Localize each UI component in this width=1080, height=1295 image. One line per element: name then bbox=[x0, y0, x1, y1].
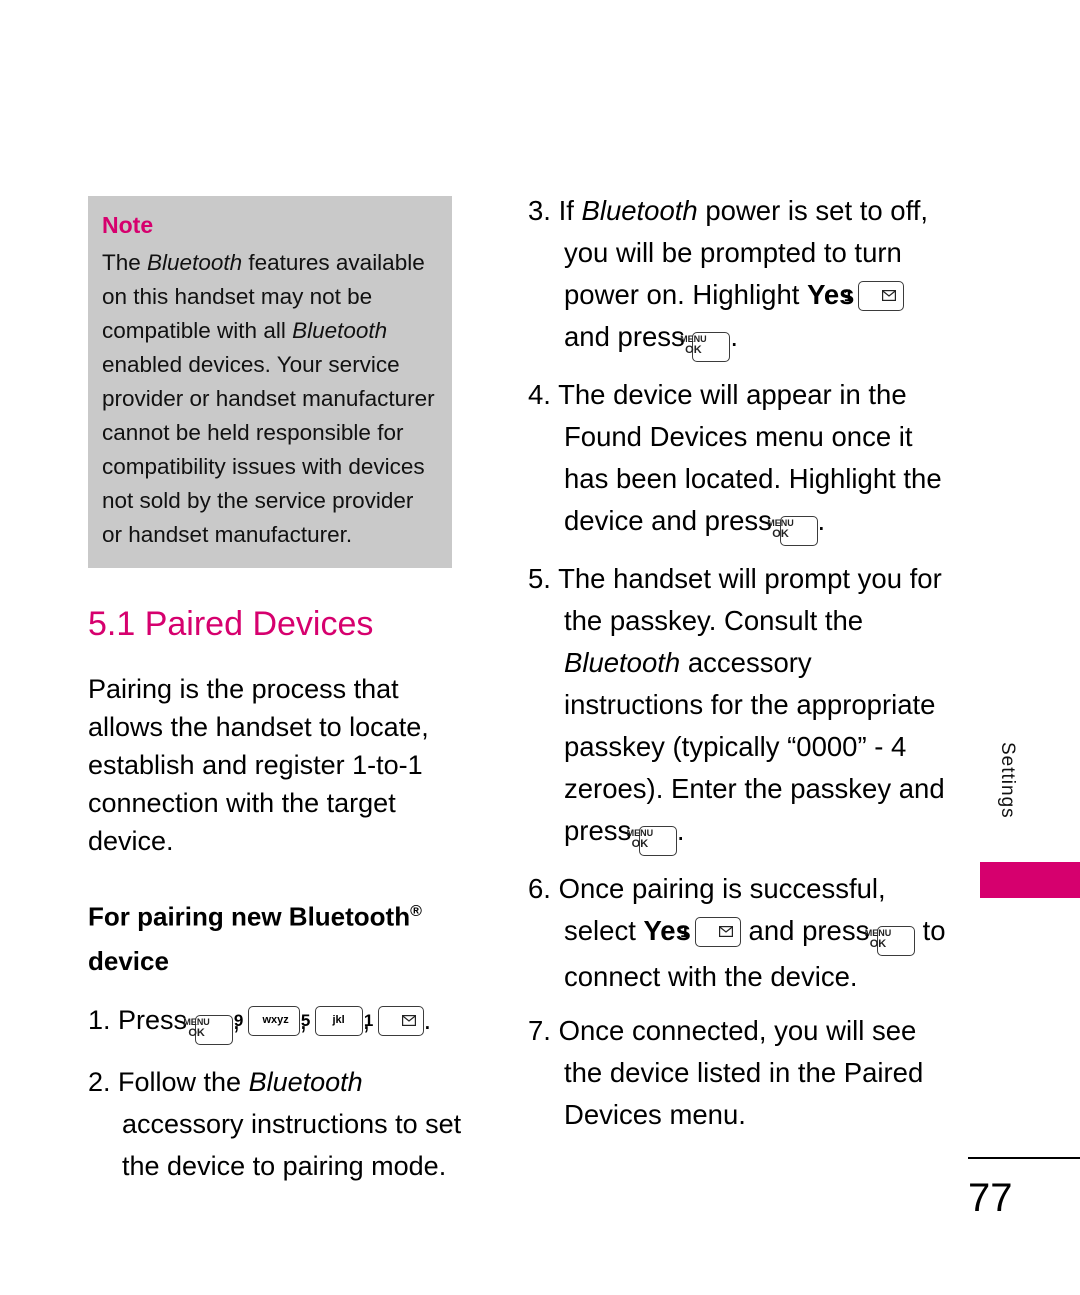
note-italic-2: Bluetooth bbox=[292, 318, 388, 343]
menu-key-bottom-label: OK bbox=[869, 938, 887, 950]
right-step-5-text-1: 5. The handset will prompt you for the p… bbox=[528, 563, 942, 636]
left-step-2: 2. Follow the Bluetooth accessory instru… bbox=[88, 1061, 480, 1187]
menu-key-bottom-label: OK bbox=[772, 528, 789, 540]
right-step-4-text: 4. The device will appear in the Found D… bbox=[528, 379, 942, 536]
menu-key-top-label: MENU bbox=[864, 928, 892, 938]
left-step-2-text-1: 2. Follow the bbox=[88, 1066, 249, 1097]
right-column: 3. If Bluetooth power is set to off, you… bbox=[528, 190, 948, 1148]
left-step-1-period: . bbox=[423, 1004, 432, 1035]
menu-key-top-label: MENU bbox=[183, 1016, 210, 1027]
right-step-3-italic: Bluetooth bbox=[581, 195, 698, 226]
menu-ok-key-icon: MENU OK bbox=[680, 332, 731, 362]
left-step-2-text-2: accessory instructions to set the device… bbox=[122, 1108, 462, 1181]
right-step-5-italic: Bluetooth bbox=[564, 647, 681, 678]
number-key-5-icon: 5 jkl bbox=[301, 1005, 363, 1036]
right-step-6-text-2: and press bbox=[748, 915, 870, 946]
right-step-7: 7. Once connected, you will see the devi… bbox=[528, 1015, 924, 1130]
menu-key-bottom-label: OK bbox=[631, 838, 649, 850]
subsection-heading: For pairing new Bluetooth® device bbox=[88, 890, 480, 983]
menu-key-top-label: MENU bbox=[626, 828, 654, 838]
left-step-2-italic: Bluetooth bbox=[248, 1066, 363, 1097]
left-step-1-label: 1. Press bbox=[88, 1004, 188, 1035]
envelope-icon bbox=[401, 1014, 416, 1026]
number-key-1-icon: 1 bbox=[844, 281, 905, 311]
right-step-5-period: . bbox=[676, 815, 685, 846]
menu-key-bottom-label: OK bbox=[685, 344, 702, 356]
number-key-9-icon: 9 wxyz bbox=[234, 1005, 300, 1036]
menu-key-top-label: MENU bbox=[767, 518, 794, 528]
menu-key-top-label: MENU bbox=[680, 334, 707, 344]
right-step-5: 5. The handset will prompt you for the p… bbox=[528, 558, 948, 856]
side-tab-bar bbox=[980, 862, 1080, 898]
page-number: 77 bbox=[968, 1176, 1013, 1220]
note-box: Note The Bluetooth features available on… bbox=[88, 196, 452, 568]
menu-ok-key-icon: MENU OK bbox=[767, 516, 818, 546]
left-column: Note The Bluetooth features available on… bbox=[88, 196, 480, 1187]
number-key-1-icon: 1 bbox=[680, 917, 741, 947]
subsection-heading-text: For pairing new Bluetooth bbox=[88, 901, 411, 932]
menu-ok-key-icon: MENU OK bbox=[183, 1014, 233, 1045]
note-title: Note bbox=[102, 212, 154, 238]
right-step-4: 4. The device will appear in the Found D… bbox=[528, 374, 948, 546]
right-step-3: 3. If Bluetooth power is set to off, you… bbox=[528, 190, 948, 362]
right-step-3-period: . bbox=[730, 321, 739, 352]
number-key-1-icon: 1 bbox=[364, 1005, 424, 1036]
right-step-6: 6. Once pairing is successful, select Ye… bbox=[528, 868, 948, 998]
note-body: The Bluetooth features available on this… bbox=[102, 246, 438, 552]
side-tab-label: Settings bbox=[997, 742, 1018, 819]
envelope-icon bbox=[718, 926, 733, 937]
document-page: Note The Bluetooth features available on… bbox=[0, 0, 1080, 1295]
section-heading: 5.1 Paired Devices bbox=[88, 605, 374, 643]
note-text-1: The bbox=[102, 250, 148, 275]
section-paragraph: Pairing is the process that allows the h… bbox=[88, 674, 429, 856]
menu-key-bottom-label: OK bbox=[188, 1026, 205, 1039]
left-step-1: 1. Press MENU OK , 9 wxyz , 5 jkl , 1 . bbox=[88, 999, 480, 1045]
note-italic-1: Bluetooth bbox=[147, 250, 243, 275]
right-step-3-text-1: 3. If bbox=[528, 195, 582, 226]
registered-mark: ® bbox=[410, 903, 422, 920]
menu-ok-key-icon: MENU OK bbox=[626, 826, 677, 856]
right-step-3-text-3: and press bbox=[564, 321, 685, 352]
note-text-3: enabled devices. Your service provider o… bbox=[102, 352, 435, 547]
envelope-icon bbox=[882, 290, 897, 301]
subsection-heading-text-2: device bbox=[88, 945, 169, 976]
right-step-4-period: . bbox=[817, 505, 826, 536]
footer-divider bbox=[968, 1157, 1080, 1159]
menu-ok-key-icon: MENU OK bbox=[864, 926, 915, 956]
